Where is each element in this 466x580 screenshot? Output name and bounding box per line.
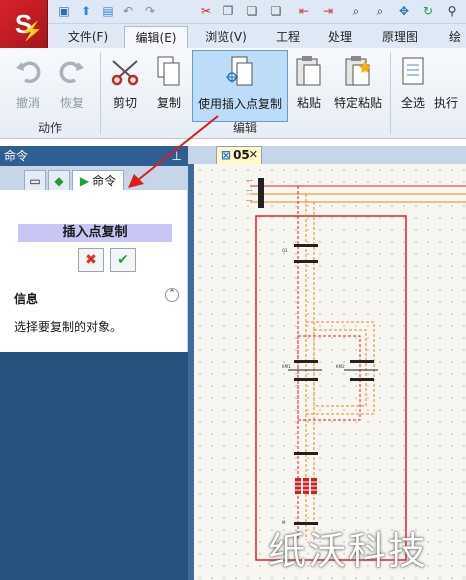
pin-icon[interactable]: ⊥ <box>172 146 182 166</box>
document-tab-bar: ⊠ 05 ✕ <box>188 146 466 164</box>
close-tab-icon[interactable]: ✕ <box>249 147 258 163</box>
undo-icon[interactable]: ↶ <box>120 3 136 19</box>
paste-label: 粘贴 <box>296 96 321 110</box>
undo-label: 撤消 <box>15 96 40 110</box>
zoom-icon[interactable]: ⌕ <box>348 3 364 19</box>
tab-draw[interactable]: 绘 <box>444 26 466 48</box>
paste-icon[interactable]: ❏ <box>244 3 260 19</box>
select-all-label: 全选 <box>400 96 425 110</box>
tab-file[interactable]: 文件(F) <box>58 26 118 48</box>
copy-label: 复制 <box>156 96 181 110</box>
redo-label: 恢复 <box>59 96 84 110</box>
scissors-icon <box>108 54 142 88</box>
paste-special-label: 特定粘贴 <box>333 96 382 110</box>
tab-view[interactable]: 浏览(V) <box>194 26 258 48</box>
paste-button[interactable]: 粘贴 <box>290 50 328 122</box>
group-divider <box>100 52 101 134</box>
select-all-button[interactable]: 全选 <box>394 50 432 122</box>
tab-edit[interactable]: 编辑(E) <box>124 26 188 48</box>
tab-project[interactable]: 工程 <box>266 26 310 48</box>
schematic-drawing: ~~ ~~ ~~ Q1KM1 KM2M <box>246 178 466 561</box>
upload-icon[interactable]: ⬆ <box>78 3 94 19</box>
redo-button[interactable]: 恢复 <box>50 50 94 122</box>
svg-text:~~: ~~ <box>246 198 253 203</box>
copy-button[interactable]: 复制 <box>148 50 190 122</box>
undo-button[interactable]: 撤消 <box>6 50 50 122</box>
panel-title-bar: 命令 ⊥ <box>0 146 188 166</box>
document-tab-label: 05 <box>233 148 250 162</box>
tab-command[interactable]: ▶ 命令 <box>72 170 124 190</box>
svg-text:Q1: Q1 <box>282 248 288 253</box>
document-icon: ▭ <box>29 173 41 188</box>
execute-icon <box>434 54 466 88</box>
svg-text:KM1: KM1 <box>282 364 291 369</box>
copy-insert-point-icon <box>223 55 257 89</box>
group-divider <box>390 52 391 134</box>
new-document-icon[interactable]: ▣ <box>56 3 72 19</box>
forward-icon[interactable]: ⇥ <box>320 3 336 19</box>
ribbon: 撤消 恢复 动作 剪切 复制 使用插入点复制 粘贴 特定粘贴 编辑 全选 执行 <box>0 48 466 139</box>
print-icon[interactable]: ▤ <box>100 3 116 19</box>
action-group-label: 动作 <box>37 121 62 135</box>
tab-document[interactable]: ▭ <box>24 170 46 190</box>
binoculars-icon[interactable]: ⚲ <box>444 3 460 19</box>
paste-special-icon <box>341 54 375 88</box>
drawing-canvas[interactable]: ~~ ~~ ~~ Q1 KM1 KM2 M <box>194 164 466 580</box>
schematic-icon: ⊠ <box>221 148 232 162</box>
svg-text:~~: ~~ <box>246 188 253 193</box>
refresh-icon[interactable]: ↻ <box>420 3 436 19</box>
collapse-icon[interactable]: ⌃ <box>165 288 179 302</box>
pan-icon[interactable]: ✥ <box>396 3 412 19</box>
cancel-button[interactable]: ✖ <box>78 248 104 272</box>
panel-empty-area <box>0 352 188 580</box>
redo-icon[interactable]: ↷ <box>142 3 158 19</box>
copy-icon[interactable]: ❐ <box>220 3 236 19</box>
select-all-icon <box>396 54 430 88</box>
tab-process[interactable]: 处理 <box>318 26 362 48</box>
svg-text:~~: ~~ <box>246 178 253 183</box>
tab-command-label: 命令 <box>92 174 117 188</box>
copy-with-insert-point-button[interactable]: 使用插入点复制 <box>192 50 288 122</box>
checkmark-icon: ✔ <box>117 252 129 268</box>
paste-icon <box>292 54 326 88</box>
lightning-icon: ⚡ <box>20 21 43 41</box>
info-heading: 信息 <box>14 292 39 306</box>
info-text: 选择要复制的对象。 <box>14 320 123 334</box>
close-icon: ✖ <box>85 252 97 268</box>
execute-label: 执行 <box>434 96 459 110</box>
back-icon[interactable]: ⇤ <box>296 3 312 19</box>
panel-title: 命令 <box>4 149 29 163</box>
cut-button[interactable]: 剪切 <box>104 50 146 122</box>
confirm-button[interactable]: ✔ <box>110 248 136 272</box>
scissors-icon[interactable]: ✂ <box>198 3 214 19</box>
app-logo[interactable]: S ⚡ <box>0 0 48 48</box>
undo-icon <box>11 54 45 88</box>
edit-group-label: 编辑 <box>232 121 257 135</box>
copy-icon <box>152 54 186 88</box>
quick-access-toolbar: ▣ ⬆ ▤ ↶ ↷ ✂ ❐ ❏ ❏ ⇤ ⇥ ⌕ ⌕ ✥ ↻ ⚲ <box>0 0 466 24</box>
play-icon: ▶ <box>79 173 90 188</box>
cut-label: 剪切 <box>112 96 137 110</box>
svg-text:KM2: KM2 <box>336 364 345 369</box>
menu-tabs: 文件(F) 编辑(E) 浏览(V) 工程 处理 原理图 绘 <box>48 24 466 48</box>
document-tab[interactable]: ⊠ 05 ✕ <box>216 146 262 164</box>
copy-with-insert-point-label: 使用插入点复制 <box>197 97 282 111</box>
command-panel: 插入点复制 ✖ ✔ 信息 ⌃ 选择要复制的对象。 <box>0 190 188 352</box>
redo-icon <box>55 54 89 88</box>
watermark: 纸沃科技 <box>268 529 429 573</box>
tab-symbols[interactable]: ◆ <box>48 170 70 190</box>
symbols-icon: ◆ <box>54 173 64 188</box>
paste-special-icon[interactable]: ❏ <box>268 3 284 19</box>
paste-special-button[interactable]: 特定粘贴 <box>330 50 386 122</box>
zoom-area-icon[interactable]: ⌕ <box>372 3 388 19</box>
command-title: 插入点复制 <box>18 224 172 242</box>
execute-button[interactable]: 执行 <box>434 50 466 122</box>
panel-tabs: ▭ ◆ ▶ 命令 <box>0 166 188 190</box>
app-window: { "logo_text": "S", "menu": { "tabs": ["… <box>0 0 466 580</box>
tab-schematic[interactable]: 原理图 <box>372 26 428 48</box>
